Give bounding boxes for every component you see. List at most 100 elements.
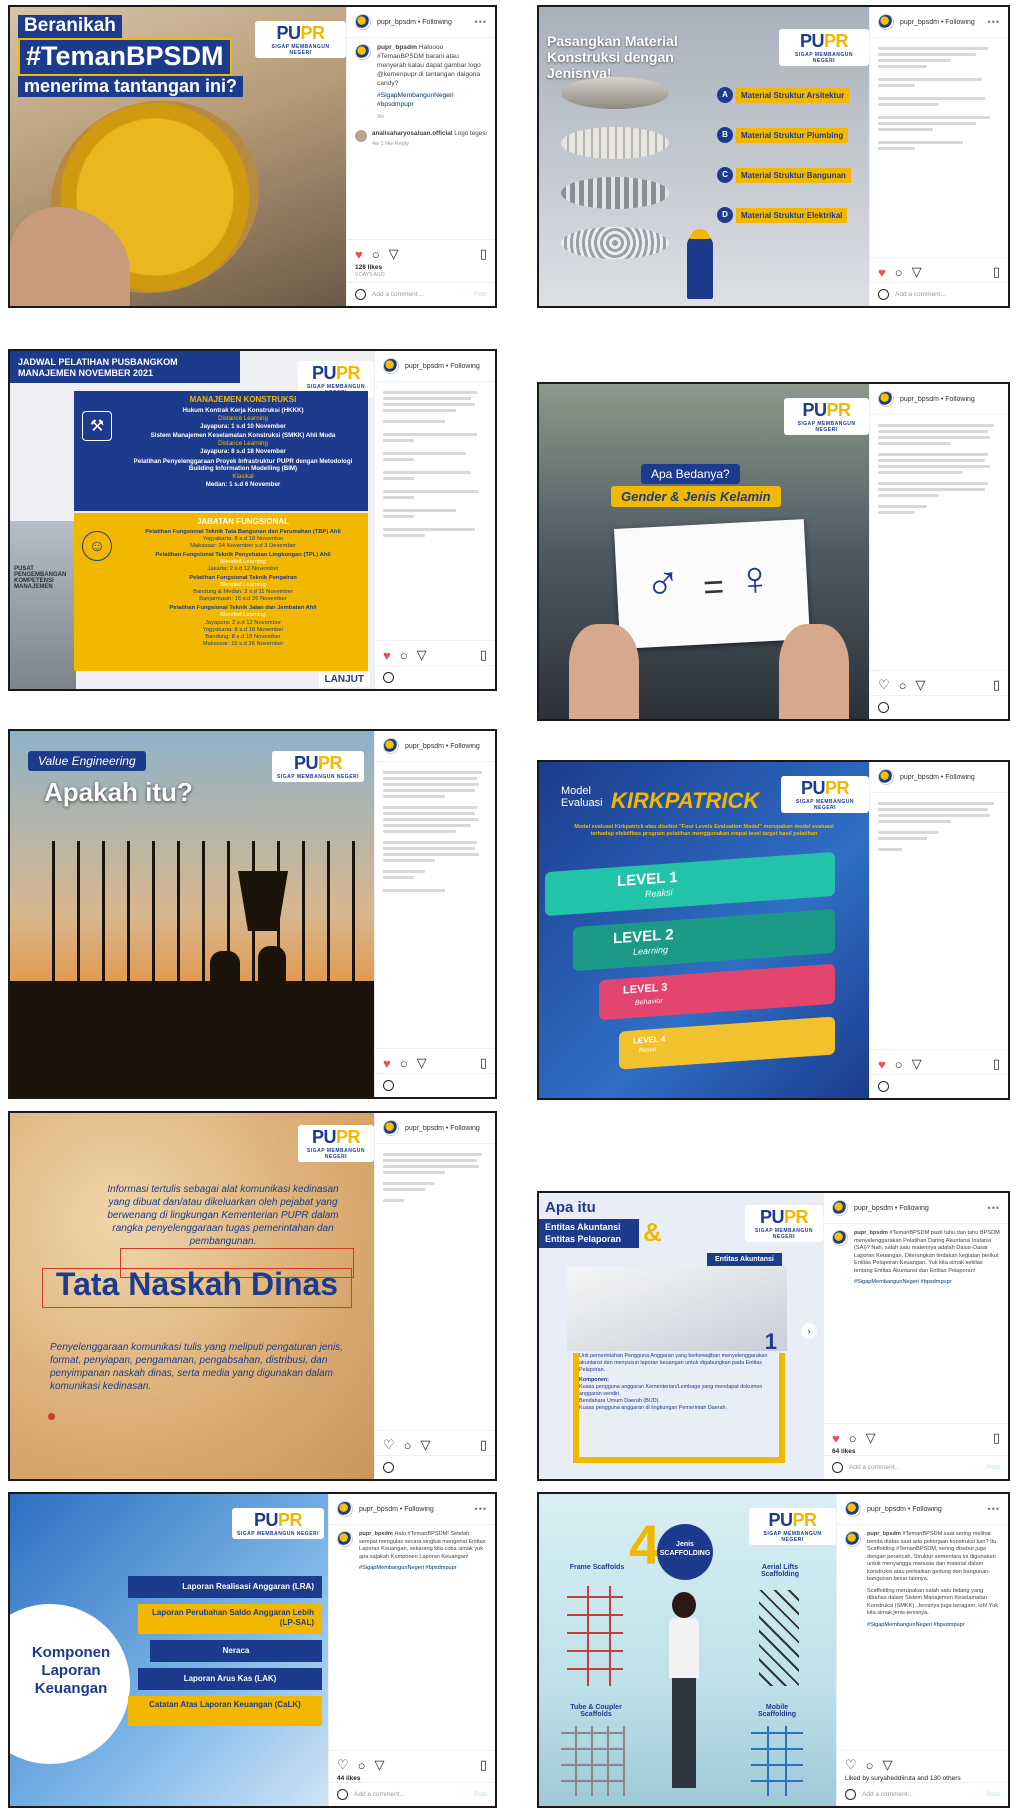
commenter-avatar[interactable] [355,129,367,142]
username[interactable]: pupr_bpsdm • Following [900,19,975,26]
caption-tags[interactable]: #SigapMembangunNegeri #bpsdmpupr [377,92,487,110]
caption-username[interactable]: pupr_bpsdm [377,44,417,51]
share-icon[interactable]: ▽ [912,264,922,280]
emoji-icon[interactable] [383,672,394,683]
username[interactable]: pupr_bpsdm • Following [867,1506,942,1513]
commenter-username[interactable]: analisaharyosaluan.official [372,130,453,137]
post-button[interactable]: Post [474,291,487,298]
emoji-icon[interactable] [878,1081,889,1092]
username[interactable]: pupr_bpsdm • Following [405,1125,480,1132]
avatar[interactable] [383,1120,399,1136]
next-slide-icon[interactable]: › [801,1323,817,1339]
avatar[interactable] [878,14,894,30]
add-comment-input[interactable]: Add a comment... [849,1464,900,1471]
comment-icon[interactable]: ○ [849,1431,857,1446]
avatar[interactable] [832,1230,848,1246]
caption-username[interactable]: pupr_bpsdm [854,1230,888,1236]
likes-count[interactable]: 128 likes [347,264,495,271]
bookmark-icon[interactable]: ▯ [993,1430,1000,1446]
add-comment-input[interactable]: Add a comment... [862,1791,913,1798]
comment-icon[interactable]: ○ [400,648,408,663]
comment-icon[interactable]: ○ [899,678,907,693]
comment-icon[interactable]: ○ [866,1758,874,1773]
avatar[interactable] [383,738,399,754]
caption-username[interactable]: pupr_bpsdm [867,1531,901,1537]
share-icon[interactable]: ▽ [417,1055,427,1071]
post-button[interactable]: Post [987,1791,1000,1798]
avatar[interactable] [355,44,371,60]
avatar[interactable] [355,14,371,30]
emoji-icon[interactable] [845,1789,856,1800]
comment-icon[interactable]: ○ [358,1758,366,1773]
likes-count[interactable]: 44 likes [329,1775,495,1782]
post-image-8[interactable]: Apa itu Entitas Akuntansi Entitas Pelapor… [539,1193,823,1479]
avatar[interactable] [845,1501,861,1517]
username[interactable]: pupr_bpsdm • Following [377,19,452,26]
post-image-4[interactable]: PUPR SIGAP MEMBANGUN NEGERI Apa Bedanya?… [539,384,869,719]
bookmark-icon[interactable]: ▯ [480,1055,487,1071]
username[interactable]: pupr_bpsdm • Following [900,774,975,781]
emoji-icon[interactable] [383,1080,394,1091]
more-options-icon[interactable]: ••• [988,1203,1000,1213]
post-image-1[interactable]: Beranikah #TemanBPSDM menerima tantangan… [10,7,346,306]
caption-username[interactable]: pupr_bpsdm [359,1531,393,1537]
avatar[interactable] [878,391,894,407]
next-label[interactable]: LANJUT [318,672,370,687]
more-options-icon[interactable]: ••• [988,17,1000,27]
avatar[interactable] [383,358,399,374]
comment-icon[interactable]: ○ [372,247,380,262]
likes-count[interactable]: 64 likes [824,1448,1008,1455]
post-button[interactable]: Post [474,1791,487,1798]
add-comment-input[interactable]: Add a comment... [354,1791,405,1798]
avatar[interactable] [878,769,894,785]
heart-icon[interactable]: ♥ [832,1431,840,1446]
username[interactable]: pupr_bpsdm • Following [854,1205,929,1212]
bookmark-icon[interactable]: ▯ [480,647,487,663]
emoji-icon[interactable] [832,1462,843,1473]
emoji-icon[interactable] [383,1462,394,1473]
heart-icon[interactable]: ♡ [878,677,890,693]
more-options-icon[interactable]: ••• [988,1504,1000,1514]
share-icon[interactable]: ▽ [912,1056,922,1072]
post-image-9[interactable]: PUPR SIGAP MEMBANGUN NEGERI Komponen Lapo… [10,1494,328,1806]
bookmark-icon[interactable]: ▯ [480,1437,487,1453]
post-image-5[interactable]: Value Engineering Apakah itu? PUPR SIGAP… [10,731,374,1097]
add-comment-input[interactable]: Add a comment... [372,291,423,298]
avatar[interactable] [845,1531,861,1547]
post-image-3[interactable]: JADWAL PELATIHAN PUSBANGKOM MANAJEMEN NO… [10,351,374,689]
post-image-6[interactable]: Model Evaluasi KIRKPATRICK PUPR SIGAP ME… [539,762,869,1098]
share-icon[interactable]: ▽ [866,1430,876,1446]
share-icon[interactable]: ▽ [421,1437,431,1453]
bookmark-icon[interactable]: ▯ [480,1757,487,1773]
comment-icon[interactable]: ○ [400,1056,408,1071]
emoji-icon[interactable] [337,1789,348,1800]
share-icon[interactable]: ▽ [916,677,926,693]
emoji-icon[interactable] [878,702,889,713]
share-icon[interactable]: ▽ [417,647,427,663]
heart-icon[interactable]: ♥ [383,1056,391,1071]
heart-icon[interactable]: ♥ [878,1057,886,1072]
bookmark-icon[interactable]: ▯ [993,264,1000,280]
share-icon[interactable]: ▽ [375,1757,385,1773]
username[interactable]: pupr_bpsdm • Following [359,1506,434,1513]
caption-tags[interactable]: #SigapMembangunNegeri #bpsdmpupr [854,1279,1000,1287]
caption-tags[interactable]: #SigapMembangunNegeri #bpsdmpupr [359,1565,487,1573]
username[interactable]: pupr_bpsdm • Following [405,743,480,750]
share-icon[interactable]: ▽ [883,1757,893,1773]
more-options-icon[interactable]: ••• [475,1504,487,1514]
emoji-icon[interactable] [878,289,889,300]
avatar[interactable] [337,1501,353,1517]
heart-icon[interactable]: ♥ [355,247,363,262]
post-image-10[interactable]: 4 Jenis SCAFFOLDING PUPR SIGAP MEMBANGUN … [539,1494,836,1806]
bookmark-icon[interactable]: ▯ [993,1056,1000,1072]
caption-tags[interactable]: #SigapMembangunNegeri #bpsdmpupr [867,1622,1000,1630]
liked-by[interactable]: Liked by suryaheddiiruta and 130 others [837,1775,1008,1782]
heart-icon[interactable]: ♥ [878,265,886,280]
username[interactable]: pupr_bpsdm • Following [405,363,480,370]
post-button[interactable]: Post [987,1464,1000,1471]
avatar[interactable] [832,1200,848,1216]
bookmark-icon[interactable]: ▯ [993,677,1000,693]
heart-icon[interactable]: ♡ [383,1437,395,1453]
share-icon[interactable]: ▽ [389,246,399,262]
heart-icon[interactable]: ♡ [845,1757,857,1773]
